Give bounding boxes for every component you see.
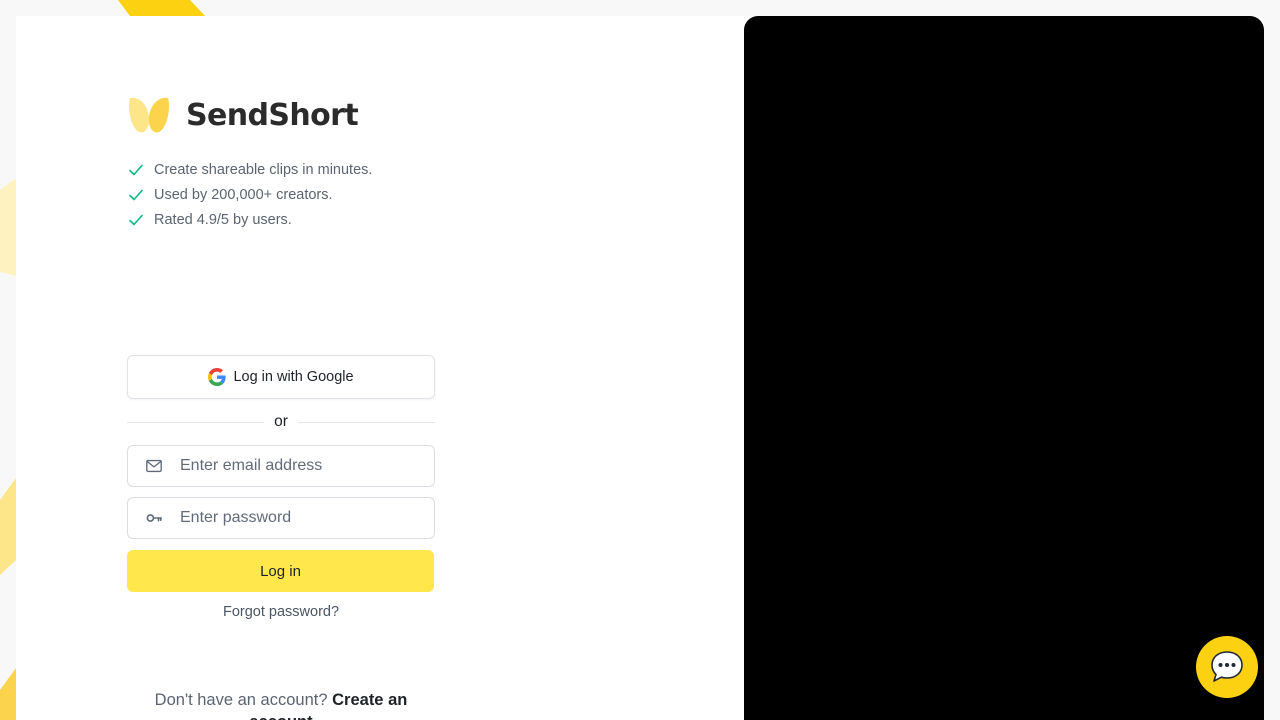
sendshort-logo-icon <box>129 97 169 133</box>
divider-line <box>297 421 436 423</box>
google-login-button[interactable]: Log in with Google <box>127 355 435 399</box>
feature-item: Used by 200,000+ creators. <box>128 182 372 207</box>
mail-icon <box>146 459 162 473</box>
video-panel <box>744 16 1264 720</box>
feature-item: Rated 4.9/5 by users. <box>128 207 372 232</box>
divider-text: or <box>274 413 288 430</box>
brand: SendShort <box>127 95 359 135</box>
login-button[interactable]: Log in <box>127 550 434 592</box>
check-icon <box>129 189 143 200</box>
google-icon <box>208 368 227 386</box>
email-input[interactable] <box>180 457 420 475</box>
password-input[interactable] <box>180 509 420 527</box>
feature-text: Used by 200,000+ creators. <box>154 186 333 203</box>
divider-line <box>127 421 265 423</box>
brand-name: SendShort <box>186 97 359 133</box>
feature-item: Create shareable clips in minutes. <box>128 157 372 182</box>
feature-list: Create shareable clips in minutes. Used … <box>128 157 372 232</box>
password-field[interactable] <box>127 497 435 539</box>
chat-launcher-button[interactable] <box>1196 636 1258 698</box>
signup-prompt-text: Don't have an account? <box>154 691 328 709</box>
signup-prompt: Don't have an account? Create an account <box>127 689 435 720</box>
google-login-label: Log in with Google <box>233 369 354 385</box>
check-icon <box>129 214 143 225</box>
email-field[interactable] <box>127 445 435 487</box>
key-icon <box>146 514 163 522</box>
check-icon <box>129 164 143 175</box>
feature-text: Create shareable clips in minutes. <box>154 161 373 178</box>
forgot-password-link[interactable]: Forgot password? <box>127 604 435 620</box>
or-divider: or <box>127 410 436 434</box>
feature-text: Rated 4.9/5 by users. <box>154 211 292 228</box>
chat-bubble-icon <box>1211 651 1243 682</box>
